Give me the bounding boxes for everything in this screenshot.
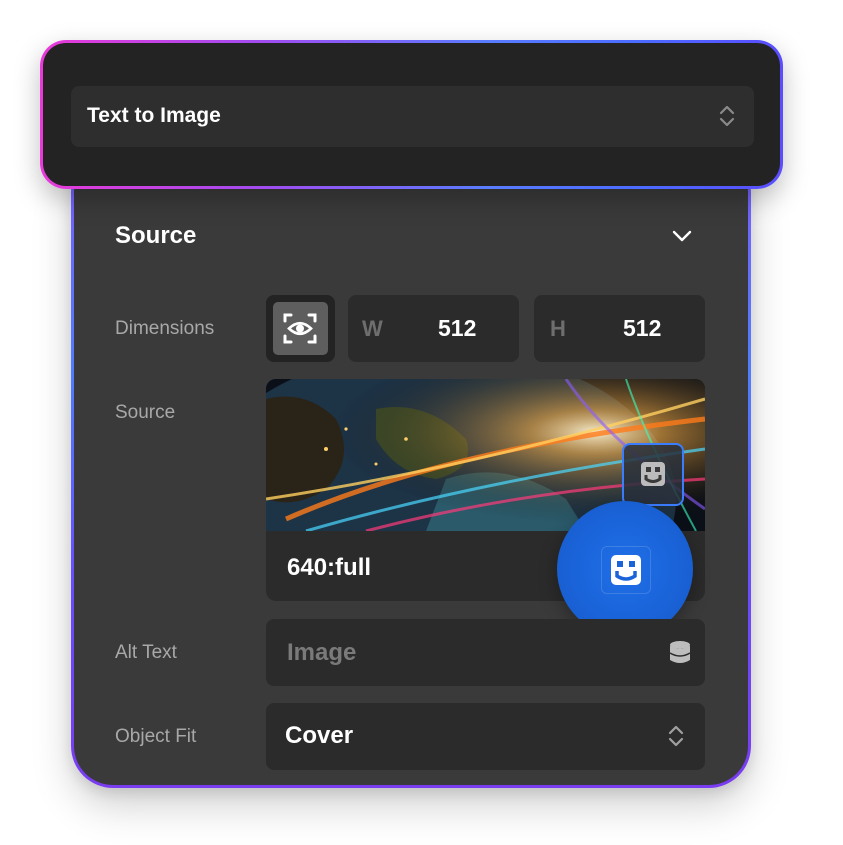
dimensions-label: Dimensions: [115, 318, 215, 339]
width-value: 512: [438, 315, 477, 341]
width-prefix: W: [362, 316, 383, 341]
aspect-eye-icon: [283, 313, 317, 344]
chevron-updown-icon[interactable]: [667, 724, 685, 748]
drag-drop-icon: [641, 462, 665, 486]
object-fit-label: Object Fit: [115, 726, 197, 747]
chevron-updown-icon[interactable]: [718, 104, 736, 128]
object-fit-value: Cover: [285, 722, 354, 749]
alt-text-placeholder: Image: [287, 639, 357, 666]
mode-select-value: Text to Image: [87, 104, 221, 127]
database-icon[interactable]: [668, 640, 692, 666]
height-prefix: H: [550, 316, 566, 341]
source-label: Source: [115, 402, 176, 423]
drag-drop-icon: [611, 555, 641, 585]
chevron-down-icon[interactable]: [670, 226, 694, 246]
source-value: 640:full: [287, 554, 372, 581]
section-title: Source: [115, 222, 197, 249]
height-value: 512: [623, 315, 662, 341]
alt-text-label: Alt Text: [115, 642, 177, 663]
